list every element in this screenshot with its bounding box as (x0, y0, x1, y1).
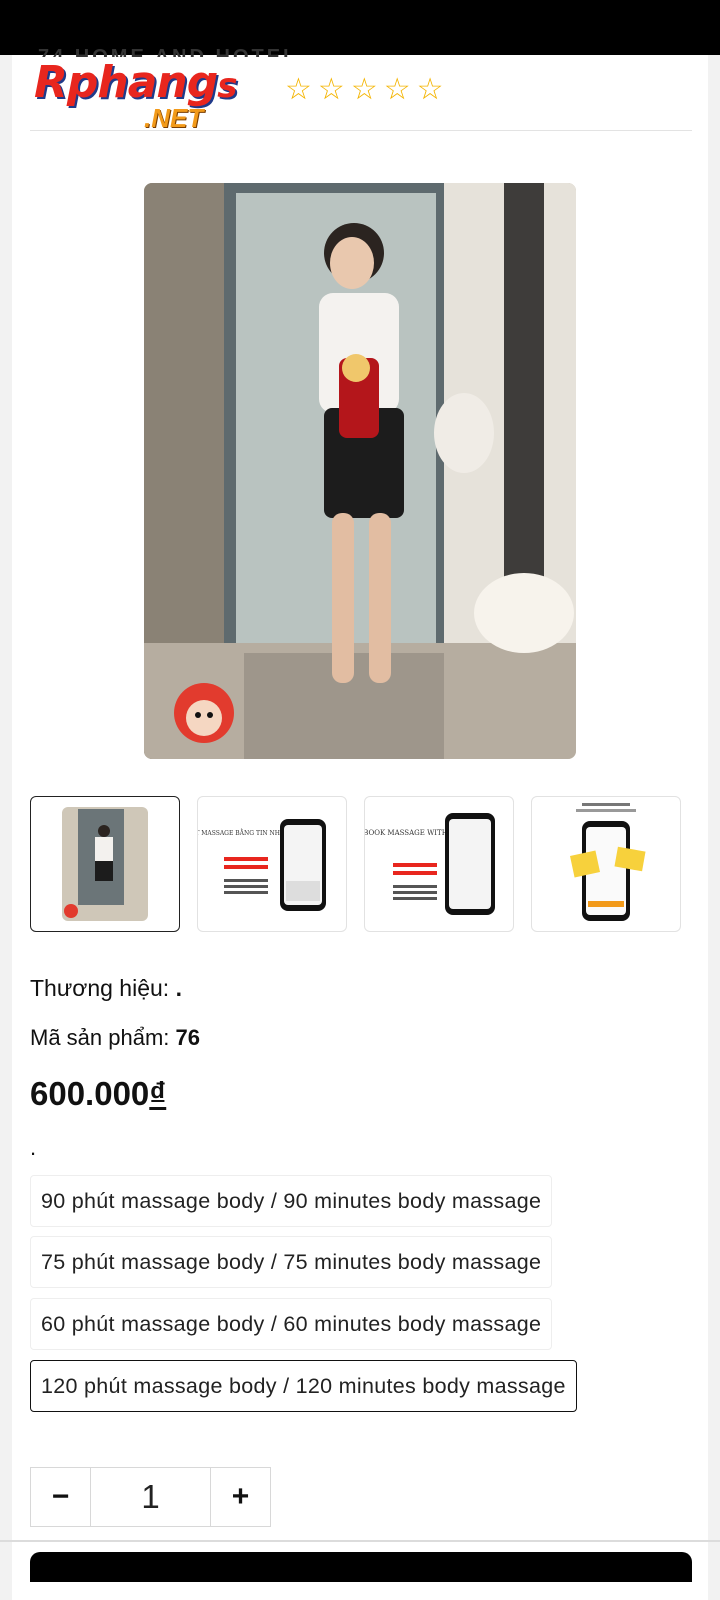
variant-option-60[interactable]: 60 phút massage body / 60 minutes body m… (30, 1298, 553, 1350)
product-description: . (30, 1135, 37, 1160)
sku-label: Mã sản phẩm: (30, 1025, 176, 1050)
sms-guide-en-image: BOOK MASSAGE WITH SMS (365, 813, 495, 915)
product-photo (144, 183, 576, 759)
quantity-input[interactable]: 1 (90, 1468, 211, 1526)
thumbnail-3[interactable]: BOOK MASSAGE WITH SMS (364, 796, 514, 932)
logo-domain: .NET (144, 103, 204, 133)
bottom-divider (0, 1540, 720, 1542)
brand-label: Thương hiệu: (30, 975, 176, 1001)
thumbnail-1[interactable] (30, 796, 180, 932)
price-amount: 600.000 (30, 1075, 150, 1112)
quantity-increase-button[interactable]: + (211, 1468, 270, 1526)
site-logo[interactable]: Rphangs .NET (34, 57, 254, 134)
sku-value: 76 (175, 1025, 200, 1050)
star-icon[interactable]: ☆ (417, 73, 444, 107)
star-icon[interactable]: ☆ (318, 73, 345, 107)
sms-phone-image (569, 803, 646, 921)
thumbnail-4[interactable] (531, 796, 681, 932)
product-price: 600.000₫ (30, 1075, 166, 1113)
thumbnail-2[interactable]: ĐẶT MASSAGE BẰNG TIN NHẮN SMS (197, 796, 347, 932)
rating-stars[interactable]: ☆ ☆ ☆ ☆ ☆ (285, 73, 444, 107)
store-title: 74 HOME AND HOTEL (38, 46, 299, 57)
quantity-decrease-button[interactable]: − (31, 1468, 90, 1526)
sms-guide-vi-image: ĐẶT MASSAGE BẰNG TIN NHẮN SMS (198, 819, 326, 911)
price-currency: ₫ (149, 1075, 167, 1112)
star-icon[interactable]: ☆ (384, 73, 411, 107)
logo-wordmark: Rphangs (34, 57, 237, 108)
quantity-stepper: − 1 + (30, 1467, 271, 1527)
sku-info: Mã sản phẩm: 76 (30, 1025, 200, 1051)
star-icon[interactable]: ☆ (351, 73, 378, 107)
star-icon[interactable]: ☆ (285, 73, 312, 107)
variant-option-75[interactable]: 75 phút massage body / 75 minutes body m… (30, 1236, 553, 1288)
product-page: 74 HOME AND HOTEL Rphangs .NET ☆ ☆ ☆ ☆ ☆ (12, 46, 708, 1600)
product-main-image[interactable] (144, 183, 576, 759)
variant-option-120[interactable]: 120 phút massage body / 120 minutes body… (30, 1360, 577, 1412)
brand-value: . (175, 975, 182, 1001)
variant-option-90[interactable]: 90 phút massage body / 90 minutes body m… (30, 1175, 553, 1227)
thumbnail-strip: ĐẶT MASSAGE BẰNG TIN NHẮN SMS BOOK MASSA… (30, 796, 692, 934)
add-to-cart-button[interactable] (30, 1552, 692, 1582)
header: 74 HOME AND HOTEL Rphangs .NET ☆ ☆ ☆ ☆ ☆ (30, 46, 692, 134)
thumbnail-photo (62, 807, 148, 921)
brand-info: Thương hiệu: . (30, 975, 182, 1002)
